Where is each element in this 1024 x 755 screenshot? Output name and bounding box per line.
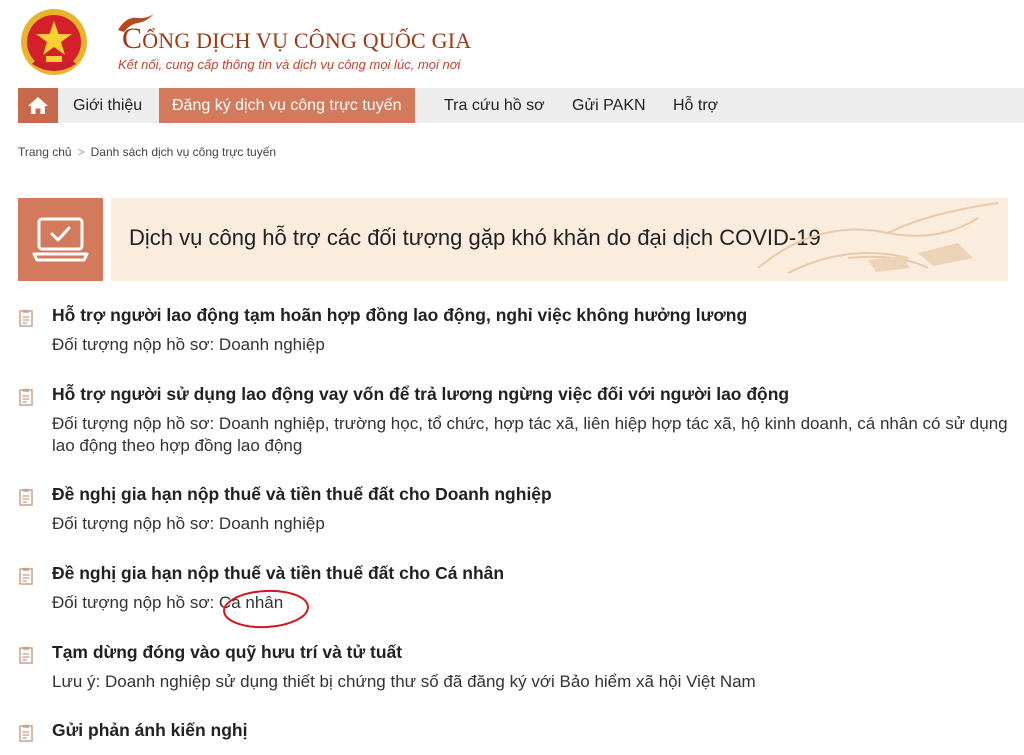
clipboard-icon [19,488,33,506]
nav-item-tra-cuu[interactable]: Tra cứu hồ sơ [444,88,545,123]
site-title-rest: ỔNG DỊCH VỤ CÔNG QUỐC GIA [142,28,472,53]
site-title-initial: C [122,22,143,55]
service-description: Đối tượng nộp hồ sơ: Doanh nghiệp [52,335,325,354]
breadcrumb-separator: > [77,145,85,159]
service-title[interactable]: Tạm dừng đóng vào quỹ hưu trí và tử tuất [52,642,402,663]
clipboard-icon [19,646,33,664]
nav-item-ho-tro[interactable]: Hỗ trợ [673,88,718,123]
service-title[interactable]: Hỗ trợ người lao động tạm hoãn hợp đồng … [52,305,747,326]
breadcrumb: Trang chủ > Danh sách dịch vụ công trực tu… [18,145,276,159]
nav-item-dang-ky[interactable]: Đăng ký dịch vụ công trực tuyến [159,88,415,123]
clipboard-icon [19,388,33,406]
service-description: Đối tượng nộp hồ sơ: Doanh nghiệp [52,514,325,533]
service-title[interactable]: Đề nghị gia hạn nộp thuế và tiền thuế đấ… [52,484,552,505]
breadcrumb-current: Danh sách dịch vụ công trực tuyến [90,145,277,159]
annotation-circle [223,589,309,629]
bird-watermark-icon [757,202,999,274]
nav-item-gioi-thieu[interactable]: Giới thiệu [73,88,142,123]
site-title[interactable]: CỔNG DỊCH VỤ CÔNG QUỐC GIA [122,22,471,56]
service-description: Đối tượng nộp hồ sơ: Cá nhân [52,593,284,612]
clipboard-icon [19,309,33,327]
laptop-check-icon [32,217,89,262]
clipboard-icon [19,567,33,585]
main-nav: Giới thiệu Đăng ký dịch vụ công trực tuy… [18,88,1024,123]
service-description: Đối tượng nộp hồ sơ: Doanh nghiệp, trườn… [52,414,1008,455]
nav-item-gui-pakn[interactable]: Gửi PAKN [572,88,646,123]
breadcrumb-home-link[interactable]: Trang chủ [18,145,72,159]
clipboard-icon [19,724,33,742]
national-emblem-icon[interactable] [18,6,90,78]
service-description: Lưu ý: Doanh nghiệp sử dụng thiết bị chứ… [52,672,756,691]
site-header: CỔNG DỊCH VỤ CÔNG QUỐC GIA Kết nối, cung… [0,0,1024,88]
banner-icon-box [18,198,103,281]
service-title[interactable]: Đề nghị gia hạn nộp thuế và tiền thuế đấ… [52,563,504,584]
nav-home-button[interactable] [18,88,58,123]
home-icon [28,97,48,114]
banner-title: Dịch vụ công hỗ trợ các đối tượng gặp kh… [129,225,821,250]
site-tagline: Kết nối, cung cấp thông tin và dịch vụ c… [118,57,461,72]
service-title[interactable]: Gửi phản ánh kiến nghị [52,720,247,741]
covid-services-banner: Dịch vụ công hỗ trợ các đối tượng gặp kh… [111,198,1008,281]
service-title[interactable]: Hỗ trợ người sử dụng lao động vay vốn để… [52,384,789,405]
